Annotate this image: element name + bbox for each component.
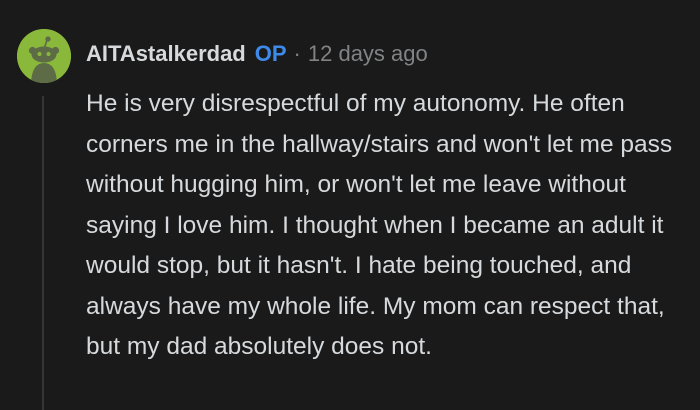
comment-timestamp[interactable]: 12 days ago	[308, 41, 428, 67]
meta-separator: ·	[293, 41, 301, 66]
snoo-avatar-icon	[17, 29, 71, 83]
op-badge: OP	[254, 41, 287, 66]
username-link[interactable]: AITAstalkerdad	[86, 41, 246, 67]
thread-line[interactable]	[42, 96, 44, 410]
user-avatar-icon[interactable]	[17, 29, 71, 83]
comment: AITAstalkerdad OP · 12 days ago He is ve…	[0, 0, 700, 410]
comment-body: He is very disrespectful of my autonomy.…	[86, 90, 673, 360]
comment-meta: AITAstalkerdad OP · 12 days ago	[86, 36, 428, 72]
